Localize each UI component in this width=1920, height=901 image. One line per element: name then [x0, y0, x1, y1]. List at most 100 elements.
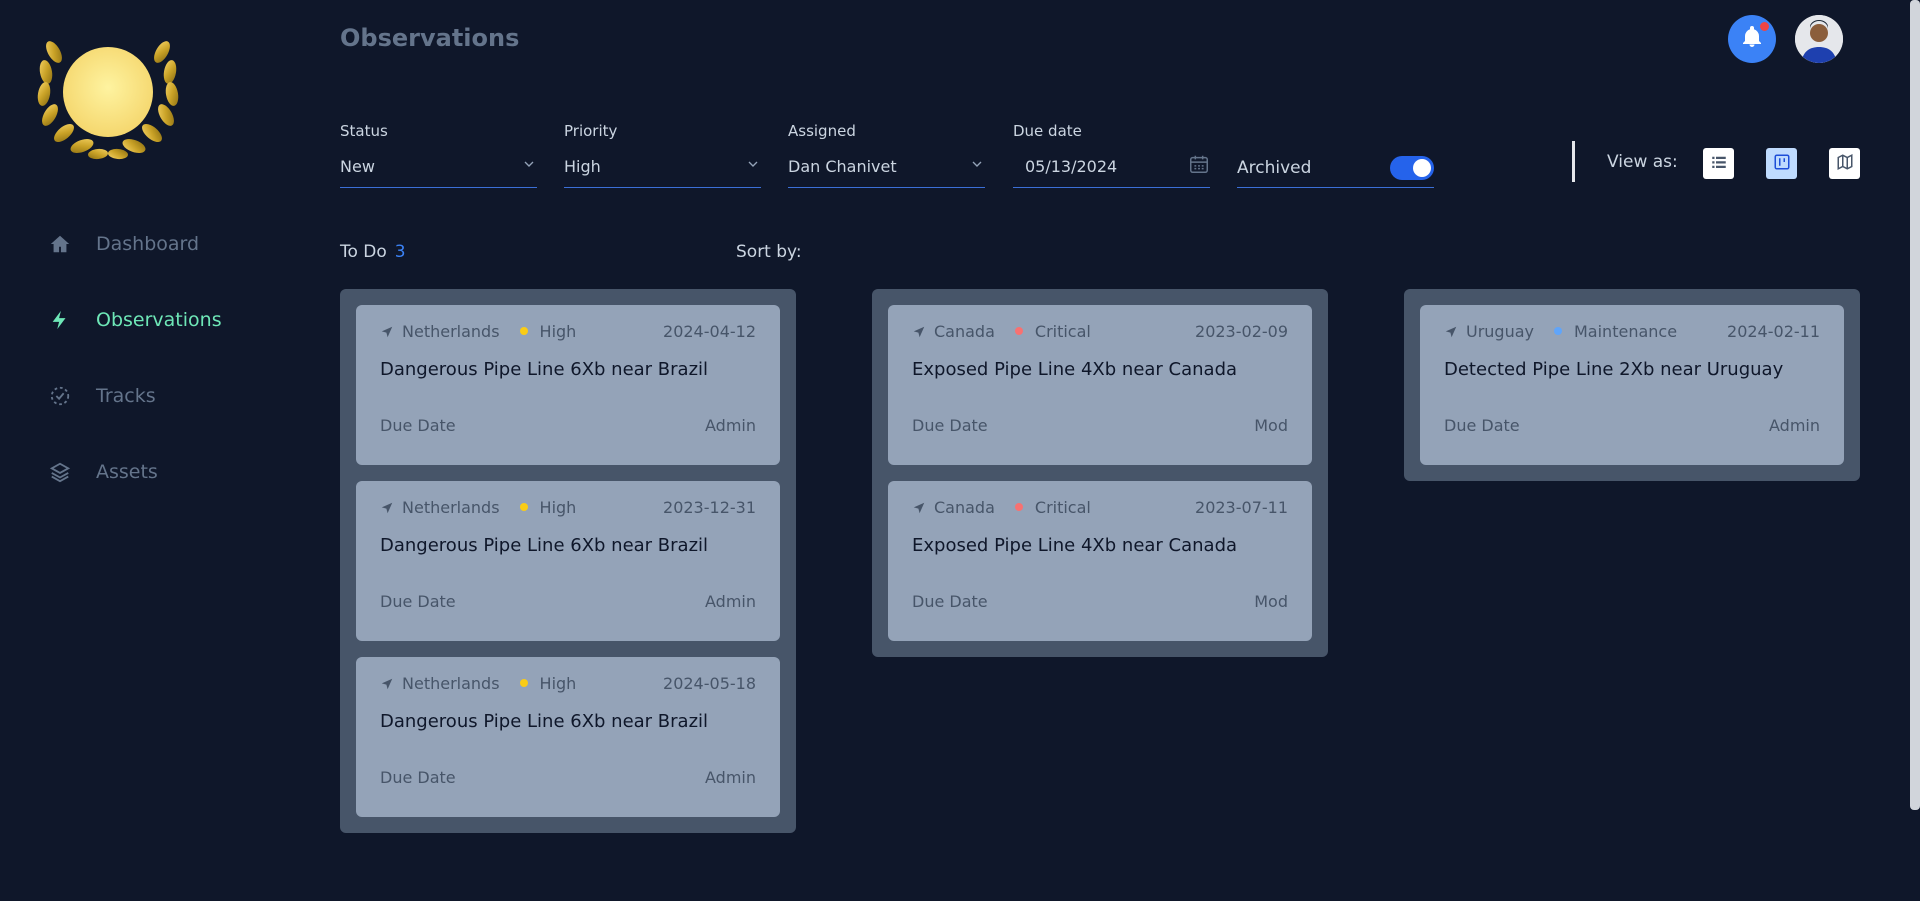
card-location: Canada	[934, 497, 995, 517]
card-location: Uruguay	[1466, 321, 1534, 341]
priority-filter[interactable]: Priority High	[564, 122, 761, 188]
map-view-button[interactable]	[1829, 148, 1860, 179]
observation-card[interactable]: Netherlands High 2023-12-31 Dangerous Pi…	[356, 481, 780, 641]
notifications-button[interactable]	[1728, 15, 1776, 63]
card-footer: Due Date Admin	[380, 592, 756, 611]
priority-dot	[519, 327, 528, 335]
priority-select[interactable]: High	[564, 152, 761, 180]
chevron-down-icon	[521, 156, 537, 176]
card-date: 2024-05-18	[663, 673, 756, 693]
due-date-input[interactable]: 05/13/2024	[1013, 152, 1210, 180]
observation-card[interactable]: Uruguay Maintenance 2024-02-11 Detected …	[1420, 305, 1844, 465]
card-date: 2023-02-09	[1195, 321, 1288, 341]
avatar[interactable]	[1795, 15, 1843, 63]
observation-card[interactable]: Canada Critical 2023-07-11 Exposed Pipe …	[888, 481, 1312, 641]
laurel-logo-icon[interactable]	[34, 22, 182, 164]
card-footer: Due Date Mod	[912, 416, 1288, 435]
list-icon	[1710, 153, 1728, 175]
home-icon	[48, 232, 72, 256]
board-view-button[interactable]	[1766, 148, 1797, 179]
priority-dot	[1014, 503, 1023, 511]
archived-filter: Archived	[1237, 148, 1434, 188]
sidebar-item-assets[interactable]: Assets	[48, 460, 158, 484]
card-owner: Mod	[1254, 416, 1288, 435]
location-arrow-icon	[1444, 324, 1458, 338]
assigned-filter-label: Assigned	[788, 122, 856, 140]
card-footer: Due Date Admin	[1444, 416, 1820, 435]
assigned-select[interactable]: Dan Chanivet	[788, 152, 985, 180]
notification-badge	[1760, 22, 1769, 31]
page-title: Observations	[340, 24, 520, 52]
card-priority: High	[539, 497, 577, 517]
sort-by-control[interactable]: Sort by:	[736, 242, 802, 262]
card-meta: Netherlands High 2023-12-31	[380, 497, 756, 517]
assigned-filter[interactable]: Assigned Dan Chanivet	[788, 122, 985, 188]
map-icon	[1836, 153, 1854, 175]
bolt-icon	[48, 308, 72, 332]
status-filter[interactable]: Status New	[340, 122, 537, 188]
location-arrow-icon	[912, 324, 926, 338]
sidebar-item-observations[interactable]: Observations	[48, 308, 222, 332]
card-due-label: Due Date	[912, 592, 988, 611]
list-view-button[interactable]	[1703, 148, 1734, 179]
archived-toggle[interactable]	[1390, 155, 1434, 180]
layers-icon	[48, 460, 72, 484]
card-footer: Due Date Mod	[912, 592, 1288, 611]
card-location: Netherlands	[402, 321, 500, 341]
due-date-filter-label: Due date	[1013, 122, 1082, 140]
sidebar-item-label: Assets	[96, 461, 158, 483]
card-location: Netherlands	[402, 497, 500, 517]
card-title: Exposed Pipe Line 4Xb near Canada	[912, 535, 1238, 556]
location-arrow-icon	[912, 500, 926, 514]
view-as-label: View as:	[1607, 152, 1678, 172]
sidebar-item-tracks[interactable]: Tracks	[48, 384, 156, 408]
card-meta: Canada Critical 2023-02-09	[912, 321, 1288, 341]
sidebar-item-dashboard[interactable]: Dashboard	[48, 232, 199, 256]
due-date-value: 05/13/2024	[1025, 156, 1118, 176]
card-due-label: Due Date	[380, 592, 456, 611]
card-title: Dangerous Pipe Line 6Xb near Brazil	[380, 535, 709, 556]
card-priority: High	[539, 321, 577, 341]
card-owner: Admin	[1769, 416, 1820, 435]
priority-filter-label: Priority	[564, 122, 618, 140]
group-label: To Do	[340, 242, 387, 262]
location-arrow-icon	[380, 676, 394, 690]
card-meta: Netherlands High 2024-04-12	[380, 321, 756, 341]
kanban-icon	[1773, 153, 1791, 175]
observation-card[interactable]: Canada Critical 2023-02-09 Exposed Pipe …	[888, 305, 1312, 465]
card-priority: Critical	[1034, 497, 1091, 517]
status-filter-label: Status	[340, 122, 388, 140]
card-due-label: Due Date	[912, 416, 988, 435]
card-date: 2023-12-31	[663, 497, 756, 517]
board-column: Netherlands High 2024-04-12 Dangerous Pi…	[340, 289, 796, 833]
priority-dot	[519, 679, 528, 687]
observation-card[interactable]: Netherlands High 2024-04-12 Dangerous Pi…	[356, 305, 780, 465]
board-column: Canada Critical 2023-02-09 Exposed Pipe …	[872, 289, 1328, 657]
card-meta: Uruguay Maintenance 2024-02-11	[1444, 321, 1820, 341]
card-title: Dangerous Pipe Line 6Xb near Brazil	[380, 711, 709, 732]
due-date-filter[interactable]: Due date 05/13/2024	[1013, 122, 1210, 188]
chevron-down-icon	[969, 156, 985, 176]
card-date: 2023-07-11	[1195, 497, 1288, 517]
location-arrow-icon	[380, 500, 394, 514]
card-owner: Admin	[705, 768, 756, 787]
sidebar-item-label: Tracks	[96, 385, 156, 407]
filter-divider	[1572, 141, 1575, 182]
priority-dot	[1554, 327, 1562, 335]
observation-card[interactable]: Netherlands High 2024-05-18 Dangerous Pi…	[356, 657, 780, 817]
scrollbar[interactable]	[1910, 0, 1920, 810]
card-meta: Netherlands High 2024-05-18	[380, 673, 756, 693]
card-footer: Due Date Admin	[380, 768, 756, 787]
chevron-down-icon	[745, 156, 761, 176]
card-priority: Critical	[1034, 321, 1091, 341]
card-priority: High	[539, 673, 577, 693]
group-header: To Do 3	[340, 242, 406, 262]
calendar-icon[interactable]	[1188, 153, 1210, 179]
card-location: Netherlands	[402, 673, 500, 693]
location-arrow-icon	[380, 324, 394, 338]
archived-label: Archived	[1237, 157, 1312, 178]
card-location: Canada	[934, 321, 995, 341]
card-title: Detected Pipe Line 2Xb near Uruguay	[1444, 359, 1784, 380]
status-select[interactable]: New	[340, 152, 537, 180]
card-date: 2024-02-11	[1727, 321, 1820, 341]
